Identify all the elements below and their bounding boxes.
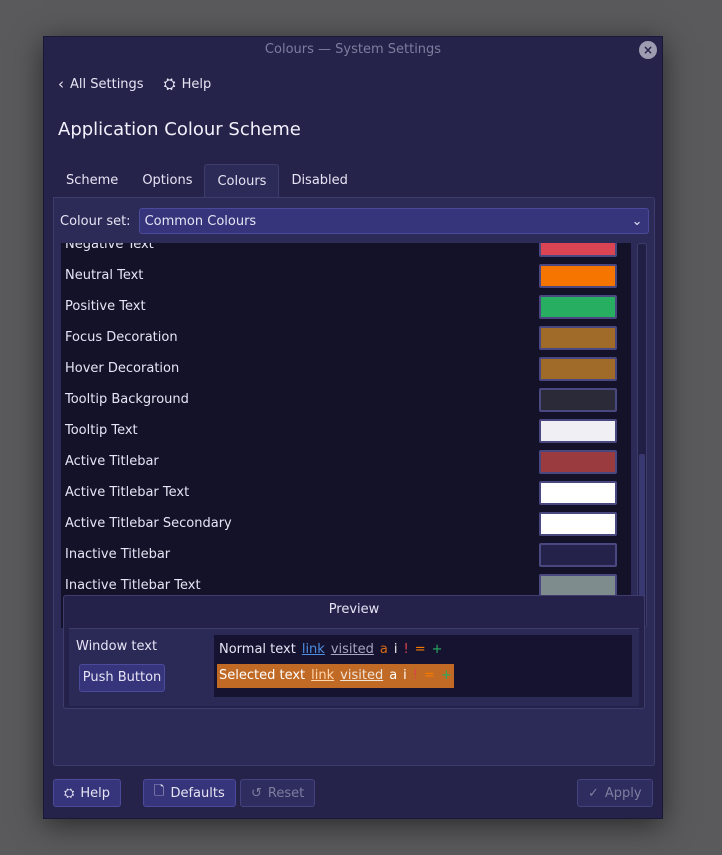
apply-button[interactable]: ✓ Apply [577, 779, 653, 807]
apply-button-label: Apply [604, 785, 642, 801]
selected-inactive-glyph: i [403, 668, 407, 683]
colour-row: Active Titlebar Text [61, 477, 631, 508]
colour-row: Tooltip Text [61, 415, 631, 446]
selected-negative-glyph: ! [412, 668, 419, 683]
colour-set-row: Colour set: Common Colours ⌄ [60, 208, 649, 234]
colour-row: Hover Decoration [61, 353, 631, 384]
tab-options[interactable]: Options [130, 164, 204, 197]
help-nav-button[interactable]: ⛭ Help [164, 75, 212, 93]
help-nav-label: Help [181, 76, 212, 92]
colour-row-label: Negative Text [65, 243, 154, 252]
navigation-bar: ‹ All Settings ⛭ Help [58, 73, 231, 95]
colour-set-label: Colour set: [60, 213, 131, 229]
document-icon: 🗋 [154, 784, 165, 799]
normal-text-line: Normal text link visited a i ! = + [217, 638, 445, 662]
colour-row: Active Titlebar Secondary [61, 508, 631, 539]
colour-row-label: Active Titlebar [65, 454, 159, 469]
normal-link[interactable]: link [302, 638, 325, 662]
colour-swatch-button[interactable] [539, 263, 617, 288]
colour-swatch-button[interactable] [539, 542, 617, 567]
colour-swatch-button[interactable] [539, 449, 617, 474]
colour-list-scrollbar[interactable] [637, 243, 647, 628]
colour-row-label: Tooltip Text [65, 423, 138, 438]
page-title: Application Colour Scheme [58, 119, 301, 140]
colour-row-label: Inactive Titlebar [65, 547, 171, 562]
selected-text: Selected text [219, 668, 306, 683]
selected-active-glyph: a [389, 668, 398, 683]
colour-row: Neutral Text [61, 260, 631, 291]
selected-positive-glyph: + [440, 668, 452, 683]
help-button[interactable]: ⛭ Help [53, 779, 122, 807]
normal-text: Normal text [219, 642, 296, 657]
normal-negative-glyph: ! [403, 642, 409, 657]
checkmark-icon: ✓ [588, 785, 599, 801]
preview-body: Window text Push Button Normal text link… [69, 628, 639, 706]
settings-window: Colours — System Settings × ‹ All Settin… [43, 36, 663, 819]
colour-set-value: Common Colours [144, 213, 257, 229]
colour-row-label: Focus Decoration [65, 330, 178, 345]
tab-disabled[interactable]: Disabled [279, 164, 359, 197]
undo-icon: ↺ [251, 785, 262, 801]
colour-swatch-button[interactable] [539, 325, 617, 350]
colour-row-label: Positive Text [65, 299, 146, 314]
colour-row: Focus Decoration [61, 322, 631, 353]
defaults-button[interactable]: 🗋 Defaults [143, 779, 236, 807]
push-button-sample[interactable]: Push Button [79, 664, 165, 692]
window-title: Colours — System Settings [264, 42, 442, 57]
colour-swatch-button[interactable] [539, 356, 617, 381]
colour-row: Negative Text [61, 243, 631, 260]
colour-swatch-button[interactable] [539, 511, 617, 536]
colour-list-rows: Negative Text Neutral Text Positive Text Fo… [61, 243, 631, 628]
colour-swatch-button[interactable] [539, 480, 617, 505]
lifebuoy-icon: ⛭ [163, 75, 176, 93]
normal-positive-glyph: + [431, 642, 443, 657]
colour-row-label: Active Titlebar Text [65, 485, 190, 500]
all-settings-button[interactable]: ‹ All Settings [58, 75, 144, 93]
colour-set-select[interactable]: Common Colours ⌄ [138, 208, 649, 234]
view-sample: Normal text link visited a i ! = + Selec… [214, 635, 632, 697]
close-icon[interactable]: × [639, 41, 657, 59]
chevron-down-icon: ⌄ [631, 213, 643, 229]
lifebuoy-icon: ⛭ [64, 785, 75, 801]
button-bar: ⛭ Help 🗋 Defaults ↺ Reset ✓ Apply [44, 775, 664, 811]
colour-swatch-button[interactable] [539, 573, 617, 598]
normal-visited-link[interactable]: visited [331, 638, 374, 662]
titlebar[interactable]: Colours — System Settings × [44, 37, 662, 63]
preview-title: Preview [328, 602, 380, 617]
selected-visited-link[interactable]: visited [340, 664, 383, 688]
colour-swatch-button[interactable] [539, 294, 617, 319]
colour-row-label: Active Titlebar Secondary [65, 516, 232, 531]
colour-swatch-button[interactable] [539, 387, 617, 412]
all-settings-label: All Settings [70, 76, 144, 92]
tab-colours[interactable]: Colours [204, 164, 280, 198]
normal-neutral-glyph: = [414, 642, 426, 657]
colour-row-label: Tooltip Background [65, 392, 189, 407]
tab-scheme[interactable]: Scheme [54, 164, 130, 197]
colour-row: Tooltip Background [61, 384, 631, 415]
help-button-label: Help [80, 785, 111, 801]
preview-group: Preview Window text Push Button Normal t… [63, 595, 645, 709]
colour-row: Inactive Titlebar [61, 539, 631, 570]
reset-button-label: Reset [267, 785, 305, 801]
colours-panel: Colour set: Common Colours ⌄ Negative Te… [53, 197, 655, 766]
colour-list[interactable]: Negative Text Neutral Text Positive Text Fo… [61, 243, 631, 628]
tab-bar: Scheme Options Colours Disabled [54, 164, 360, 198]
colour-row-label: Inactive Titlebar Text [65, 578, 201, 593]
normal-inactive-glyph: i [393, 642, 398, 657]
selected-link[interactable]: link [311, 664, 334, 688]
selected-neutral-glyph: = [424, 668, 435, 683]
normal-active-glyph: a [379, 642, 388, 657]
colour-row-label: Neutral Text [65, 268, 144, 283]
window-text-sample: Window text [76, 639, 158, 654]
colour-swatch-button[interactable] [539, 418, 617, 443]
colour-swatch-button[interactable] [539, 243, 617, 257]
chevron-left-icon: ‹ [58, 75, 64, 93]
defaults-button-label: Defaults [170, 785, 225, 801]
reset-button[interactable]: ↺ Reset [240, 779, 316, 807]
selected-text-line: Selected text link visited a i ! = + [217, 664, 454, 688]
colour-row: Positive Text [61, 291, 631, 322]
colour-row-label: Hover Decoration [65, 361, 180, 376]
colour-row: Active Titlebar [61, 446, 631, 477]
